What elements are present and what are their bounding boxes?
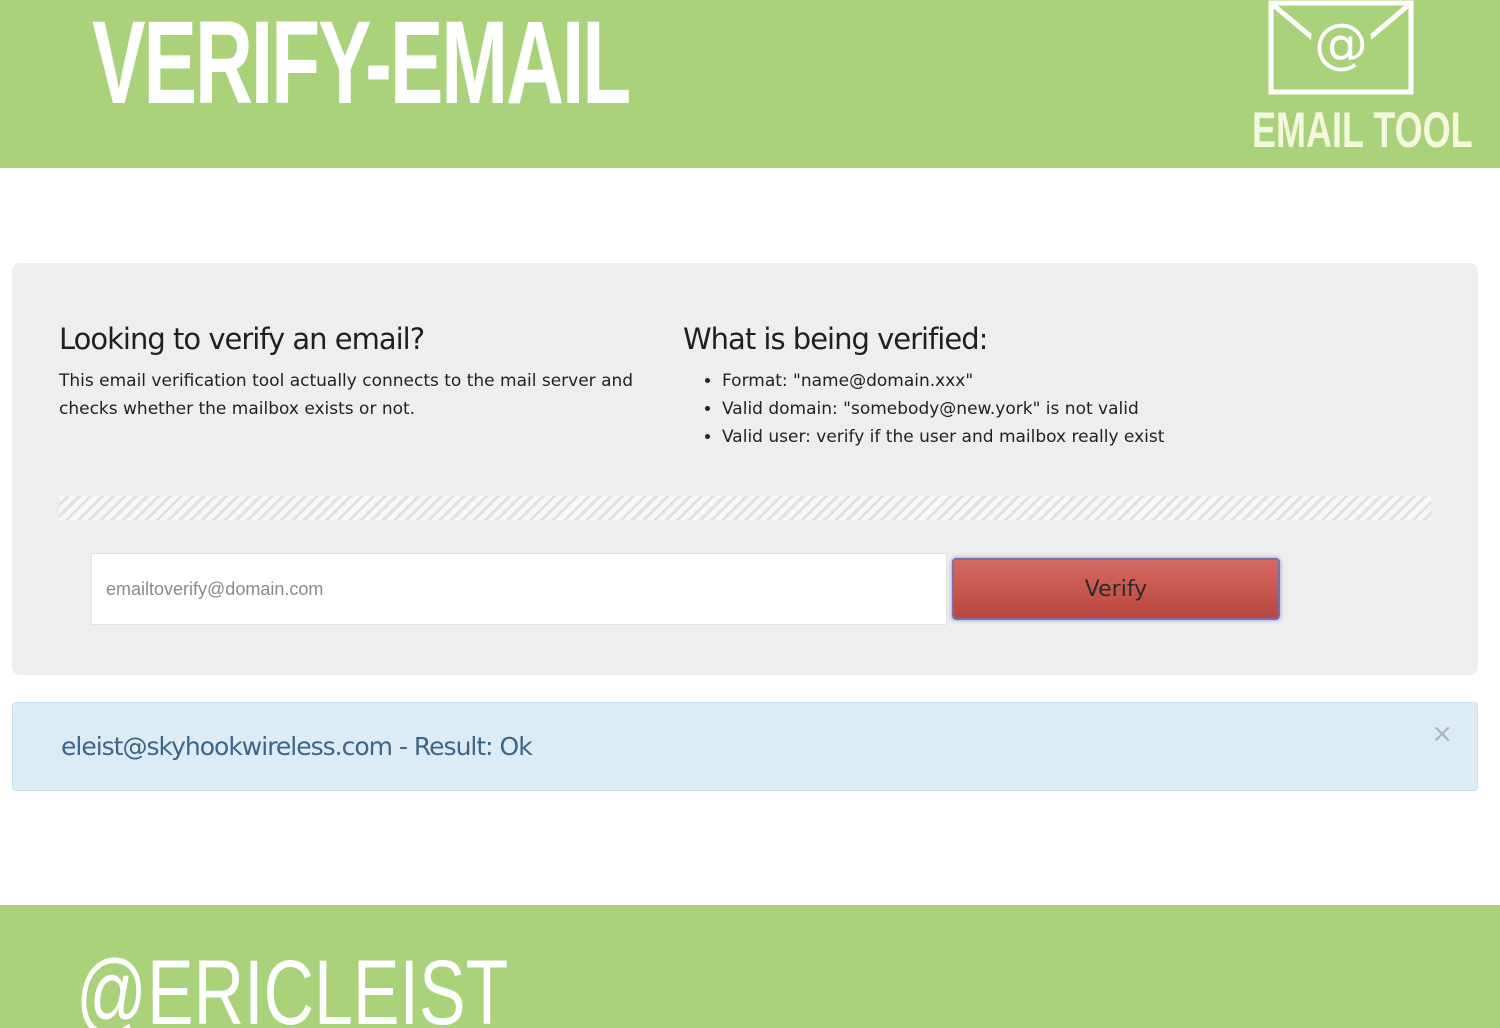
brand-label: EMAIL TOOL xyxy=(1252,102,1473,158)
intro-text: This email verification tool actually co… xyxy=(59,371,634,419)
verified-item-domain: Valid domain: "somebody@new.york" is not… xyxy=(722,395,1323,423)
verified-item-format: Format: "name@domain.xxx" xyxy=(722,367,1323,395)
envelope-at-icon: @ xyxy=(1268,0,1414,95)
page-title: VERIFY-EMAIL xyxy=(92,0,631,129)
verified-section: What is being verified: Format: "name@do… xyxy=(683,321,1323,451)
intro-section: Looking to verify an email? This email v… xyxy=(59,321,659,423)
brand-logo: @ EMAIL TOOL xyxy=(1240,0,1480,165)
verified-list: Format: "name@domain.xxx" Valid domain: … xyxy=(683,367,1323,451)
intro-heading: Looking to verify an email? xyxy=(59,322,425,356)
author-handle: @ERICLEIST xyxy=(76,942,509,1028)
svg-text:@: @ xyxy=(1314,12,1368,75)
result-alert: eleist@skyhookwireless.com - Result: Ok … xyxy=(12,702,1478,791)
verified-item-user: Valid user: verify if the user and mailb… xyxy=(722,423,1323,451)
close-icon[interactable]: × xyxy=(1431,719,1453,749)
result-text: eleist@skyhookwireless.com - Result: Ok xyxy=(61,732,533,761)
verified-heading: What is being verified: xyxy=(683,322,988,356)
verify-button[interactable]: Verify xyxy=(952,558,1280,620)
hatched-divider xyxy=(59,496,1431,520)
verify-panel: Looking to verify an email? This email v… xyxy=(12,263,1478,675)
header-banner: VERIFY-EMAIL @ EMAIL TOOL xyxy=(0,0,1500,168)
footer-banner: @ERICLEIST xyxy=(0,905,1500,1028)
email-input[interactable] xyxy=(91,553,947,625)
